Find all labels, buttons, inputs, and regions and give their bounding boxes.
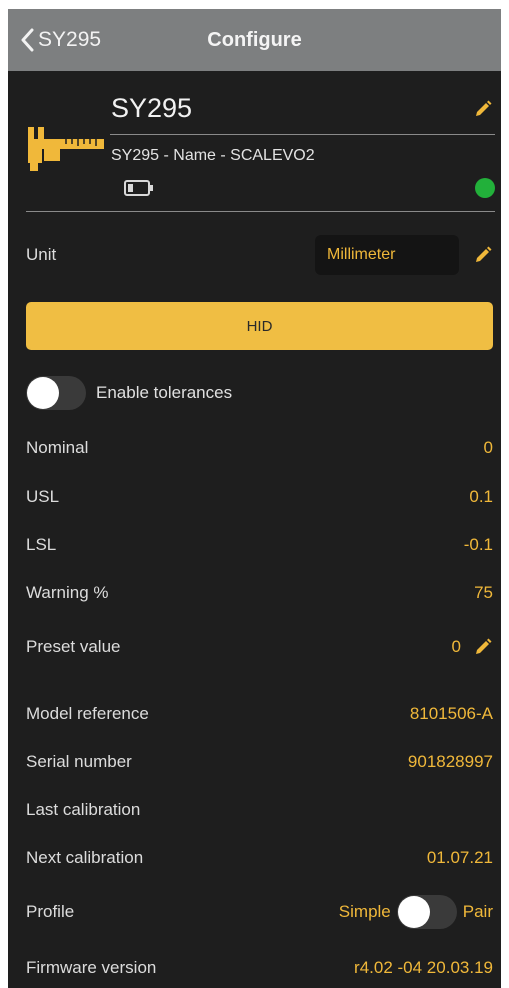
field-label: Warning % — [26, 583, 109, 602]
edit-name-icon[interactable] — [473, 99, 493, 119]
navbar: SY295 Configure — [8, 9, 501, 71]
screen: SY295 Configure SY295 SY295 - Name - SCA… — [8, 9, 501, 988]
firmware-label: Firmware version — [26, 958, 157, 977]
toggle-knob — [397, 896, 430, 928]
profile-option-pair[interactable]: Pair — [463, 902, 493, 922]
profile-row: Profile Simple Pair — [26, 895, 493, 929]
device-card: SY295 SY295 - Name - SCALEVO2 — [26, 71, 495, 212]
firmware-row: Firmware version r4.02 -04 20.03.19 — [26, 955, 493, 981]
field-label: Serial number — [26, 752, 132, 771]
field-value: -0.1 — [463, 535, 493, 554]
firmware-value: r4.02 -04 20.03.19 — [354, 958, 493, 977]
field-label: Nominal — [26, 438, 89, 457]
field-value: 8101506-A — [409, 704, 493, 723]
field-label: Model reference — [26, 704, 149, 723]
connection-status-dot — [475, 178, 495, 198]
edit-preset-icon[interactable] — [473, 637, 493, 657]
hid-button[interactable]: HID — [26, 302, 493, 350]
chevron-left-icon — [21, 28, 34, 52]
battery-icon — [124, 180, 153, 196]
unit-label: Unit — [26, 245, 57, 264]
field-row-model: Model reference 8101506-A — [26, 701, 493, 727]
field-value: 0.1 — [469, 487, 493, 506]
field-label: LSL — [26, 535, 57, 554]
tolerances-toggle[interactable] — [26, 376, 86, 410]
field-value: 0 — [451, 637, 461, 656]
tolerances-label: Enable tolerances — [96, 383, 233, 402]
field-label: USL — [26, 487, 60, 506]
field-row-usl[interactable]: USL 0.1 — [26, 484, 493, 510]
field-label: Preset value — [26, 637, 121, 656]
profile-toggle[interactable] — [396, 895, 457, 929]
field-value: 75 — [474, 583, 493, 602]
edit-unit-icon[interactable] — [473, 245, 493, 265]
field-row-lsl[interactable]: LSL -0.1 — [26, 532, 493, 558]
field-label: Next calibration — [26, 848, 144, 867]
device-name: SY295 — [111, 93, 193, 123]
tolerances-row: Enable tolerances — [26, 376, 493, 410]
unit-row: Unit Millimeter — [26, 235, 493, 275]
field-value: 901828997 — [407, 752, 493, 771]
field-row-preset[interactable]: Preset value 0 — [26, 634, 493, 660]
field-row-last-calibration: Last calibration — [26, 797, 493, 823]
device-subtitle: SY295 - Name - SCALEVO2 — [111, 147, 315, 164]
back-label: SY295 — [38, 28, 102, 51]
toggle-knob — [27, 377, 59, 409]
profile-option-simple[interactable]: Simple — [339, 902, 391, 922]
field-value: 01.07.21 — [426, 848, 493, 867]
unit-select[interactable]: Millimeter — [315, 235, 459, 275]
back-button[interactable]: SY295 — [20, 9, 101, 71]
field-row-nominal[interactable]: Nominal 0 — [26, 435, 493, 461]
profile-label: Profile — [26, 902, 75, 921]
caliper-icon — [28, 127, 104, 171]
divider — [110, 134, 495, 135]
field-row-next-calibration: Next calibration 01.07.21 — [26, 845, 493, 871]
field-label: Last calibration — [26, 800, 141, 819]
field-value: 0 — [483, 438, 493, 457]
field-row-serial: Serial number 901828997 — [26, 749, 493, 775]
field-row-warning[interactable]: Warning % 75 — [26, 580, 493, 606]
